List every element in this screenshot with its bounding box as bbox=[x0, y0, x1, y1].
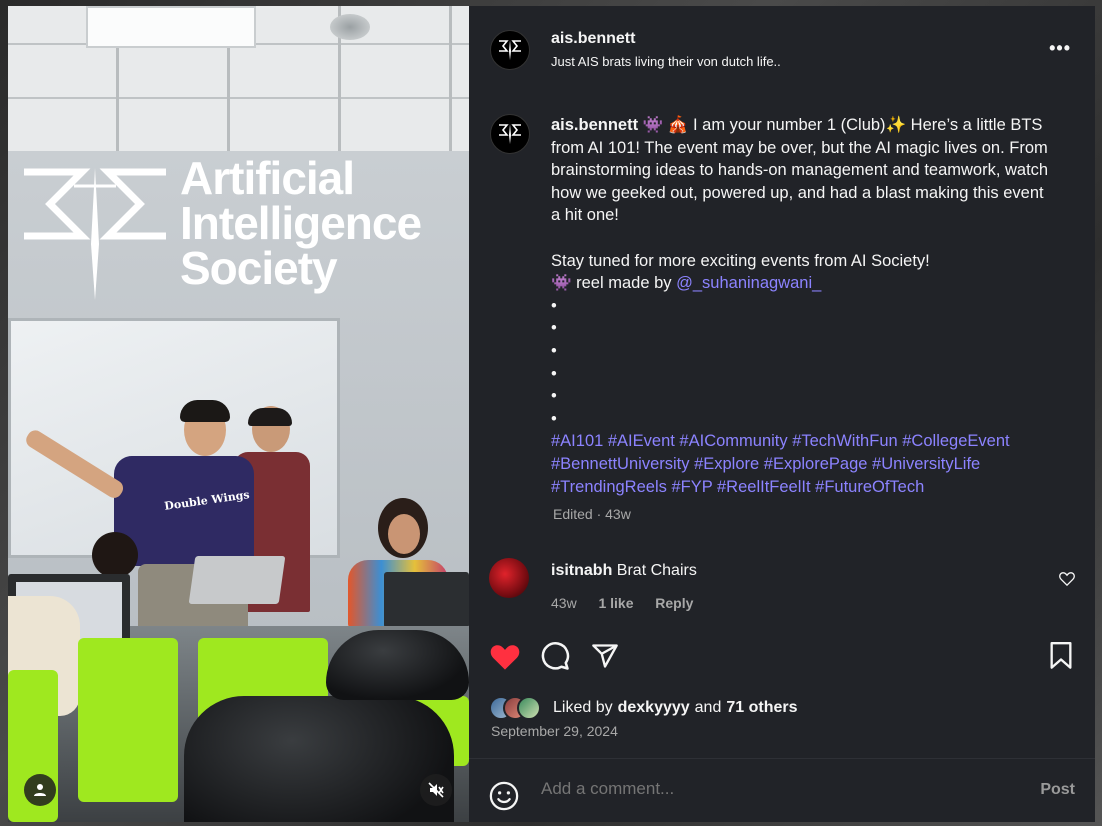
caption-bullet: • bbox=[551, 387, 557, 406]
comment-icon bbox=[541, 642, 570, 670]
post-comment-button[interactable]: Post bbox=[1040, 781, 1075, 799]
caption-author-avatar[interactable] bbox=[490, 114, 530, 154]
post-subtitle: Just AIS brats living their von dutch li… bbox=[551, 54, 781, 69]
heart-outline-icon[interactable] bbox=[1059, 571, 1075, 586]
comment-text: Brat Chairs bbox=[616, 562, 697, 579]
author-username[interactable]: ais.bennett bbox=[551, 30, 635, 48]
post-detail-panel: ais.bennett Just AIS brats living their … bbox=[469, 6, 1095, 822]
comment-item: isitnabh Brat Chairs 43w 1 like Reply bbox=[489, 552, 1075, 612]
liker-username[interactable]: dexkyyyy bbox=[618, 699, 690, 717]
ceiling-light bbox=[86, 6, 256, 48]
society-logo-overlay: Artificial Intelligence Society bbox=[20, 152, 460, 306]
comment-reply-button[interactable]: Reply bbox=[655, 595, 693, 611]
heart-filled-icon bbox=[490, 644, 520, 670]
comment-age: 43w bbox=[551, 595, 577, 611]
liker-avatar bbox=[517, 696, 541, 720]
emoji-icon bbox=[489, 781, 519, 811]
speaker-muted-icon bbox=[428, 782, 444, 798]
add-comment-bar: Post bbox=[469, 758, 1095, 822]
logo-line-2: Intelligence bbox=[180, 197, 422, 249]
caption-bullet: • bbox=[551, 364, 557, 383]
caption-lead-emojis: 👾 🎪 bbox=[642, 116, 689, 134]
society-logo-mark bbox=[24, 168, 166, 300]
ceiling-vent bbox=[330, 14, 370, 40]
bookmark-icon bbox=[1050, 642, 1072, 669]
comment-button[interactable] bbox=[537, 638, 573, 674]
reel-credit-prefix: 👾 reel made by bbox=[551, 274, 672, 293]
caption-reel-credit: 👾 reel made by @_suhaninagwani_ bbox=[551, 272, 1051, 295]
caption-bullet: • bbox=[551, 296, 557, 315]
likes-prefix: Liked by bbox=[553, 699, 613, 716]
likes-and: and bbox=[694, 699, 722, 716]
comment-input[interactable] bbox=[541, 779, 1001, 799]
user-icon bbox=[34, 784, 46, 796]
laptop-silver bbox=[188, 556, 286, 604]
post-modal: Artificial Intelligence Society Double W… bbox=[8, 6, 1095, 822]
commenter-username[interactable]: isitnabh bbox=[551, 562, 612, 579]
post-date: September 29, 2024 bbox=[491, 723, 618, 739]
laptop-dark-right bbox=[384, 572, 469, 628]
post-caption: ais.bennett 👾 🎪 I am your number 1 (Club… bbox=[551, 114, 1051, 498]
caption-bullet: • bbox=[551, 409, 557, 428]
comment-likes-count[interactable]: 1 like bbox=[598, 595, 633, 611]
logo-line-1: Artificial bbox=[180, 152, 355, 204]
post-actions bbox=[469, 638, 1095, 682]
society-logo-icon bbox=[499, 124, 521, 144]
like-button[interactable] bbox=[487, 638, 523, 674]
more-options-button[interactable]: ••• bbox=[1049, 38, 1071, 59]
hashtags-line[interactable]: #TrendingReels #FYP #ReelItFeelIt #Futur… bbox=[551, 476, 1051, 499]
backpack-foreground bbox=[184, 696, 454, 822]
share-icon bbox=[592, 644, 618, 668]
caption-bullet: • bbox=[551, 319, 557, 338]
emoji-button[interactable] bbox=[489, 781, 519, 816]
caption-stay-tuned: Stay tuned for more exciting events from… bbox=[551, 251, 930, 270]
society-logo-text: Artificial Intelligence Society bbox=[180, 152, 422, 294]
author-avatar[interactable] bbox=[490, 30, 530, 70]
green-chair-2 bbox=[78, 638, 178, 802]
tagged-users-button[interactable] bbox=[24, 774, 56, 806]
commenter-avatar[interactable] bbox=[489, 558, 529, 598]
likes-others-count[interactable]: 71 others bbox=[726, 699, 797, 717]
caption-username[interactable]: ais.bennett bbox=[551, 116, 638, 134]
caption-edited-time: Edited · 43w bbox=[553, 506, 631, 522]
mute-toggle-button[interactable] bbox=[420, 774, 452, 806]
likes-summary: Liked by dexkyyyy and 71 others bbox=[489, 694, 798, 722]
caption-bullet: • bbox=[551, 341, 557, 360]
post-media[interactable]: Artificial Intelligence Society Double W… bbox=[8, 6, 469, 822]
society-logo-icon bbox=[499, 40, 521, 60]
hashtags-line[interactable]: #AI101 #AIEvent #AICommunity #TechWithFu… bbox=[551, 430, 1051, 453]
hashtags-line[interactable]: #BennettUniversity #Explore #ExplorePage… bbox=[551, 453, 1051, 476]
post-header: ais.bennett Just AIS brats living their … bbox=[469, 6, 1095, 94]
save-button[interactable] bbox=[1043, 638, 1079, 674]
backpack-background bbox=[326, 630, 469, 700]
share-button[interactable] bbox=[587, 638, 623, 674]
reel-creator-mention[interactable]: @_suhaninagwani_ bbox=[676, 274, 821, 292]
logo-line-3: Society bbox=[180, 242, 338, 294]
